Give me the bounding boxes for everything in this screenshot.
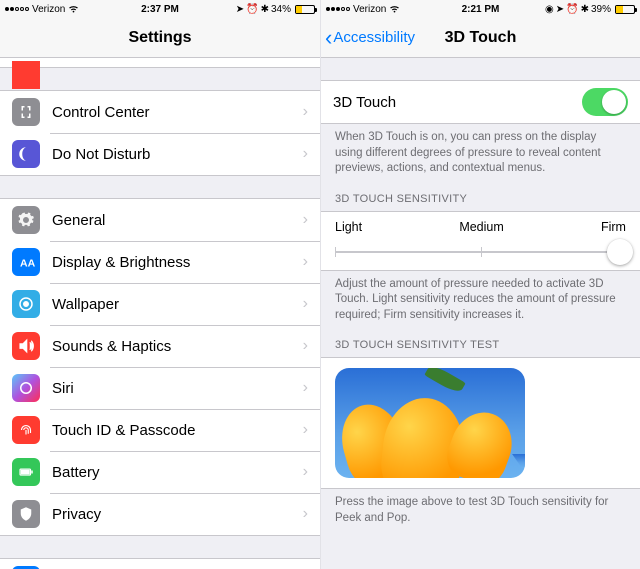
settings-row[interactable]: Do Not Disturb›: [0, 133, 320, 175]
chevron-right-icon: ›: [303, 211, 320, 229]
nav-bar: ‹ Accessibility 3D Touch: [321, 18, 640, 58]
battery-icon: [615, 5, 635, 14]
toggle-footer: When 3D Touch is on, you can press on th…: [321, 124, 640, 185]
touch-id-icon: [12, 416, 40, 444]
battery-icon: [295, 5, 315, 14]
chevron-left-icon: ‹: [325, 27, 332, 49]
settings-row[interactable]: iTunes & App Store›: [0, 559, 320, 569]
sensitivity-slider-row: Light Medium Firm: [321, 212, 640, 270]
sensitivity-header: 3D TOUCH SENSITIVITY: [321, 185, 640, 211]
privacy-icon: [12, 500, 40, 528]
settings-screen: Verizon 2:37 PM ➤ ⏰ ✱ 34% Settings Contr…: [0, 0, 320, 569]
settings-row[interactable]: Privacy›: [0, 493, 320, 535]
sensitivity-footer: Adjust the amount of pressure needed to …: [321, 271, 640, 332]
settings-row[interactable]: Touch ID & Passcode›: [0, 409, 320, 451]
row-label: General: [52, 212, 303, 229]
chevron-right-icon: ›: [303, 295, 320, 313]
slider-label-medium: Medium: [459, 220, 503, 234]
settings-row[interactable]: Sounds & Haptics›: [0, 325, 320, 367]
partial-row: [0, 58, 320, 68]
row-label: Battery: [52, 464, 303, 481]
row-label: Display & Brightness: [52, 254, 303, 271]
general-icon: [12, 206, 40, 234]
chevron-right-icon: ›: [303, 421, 320, 439]
row-label: Wallpaper: [52, 296, 303, 313]
3d-touch-toggle-row[interactable]: 3D Touch: [321, 81, 640, 123]
back-label: Accessibility: [333, 29, 415, 46]
settings-row[interactable]: Control Center›: [0, 91, 320, 133]
slider-label-firm: Firm: [601, 220, 626, 234]
wallpaper-icon: [12, 290, 40, 318]
chevron-right-icon: ›: [303, 463, 320, 481]
settings-row[interactable]: Wallpaper›: [0, 283, 320, 325]
do-not-disturb-icon: [12, 140, 40, 168]
chevron-right-icon: ›: [303, 379, 320, 397]
row-label: Sounds & Haptics: [52, 338, 303, 355]
clock-label: 2:21 PM: [321, 4, 640, 15]
display-icon: AA: [12, 248, 40, 276]
sensitivity-test-row: [321, 358, 640, 488]
clock-label: 2:37 PM: [0, 4, 320, 15]
settings-row[interactable]: AA Display & Brightness›: [0, 241, 320, 283]
chevron-right-icon: ›: [303, 505, 320, 523]
control-center-icon: [12, 98, 40, 126]
sounds-icon: [12, 332, 40, 360]
row-label: Touch ID & Passcode: [52, 422, 303, 439]
row-label: Siri: [52, 380, 303, 397]
chevron-right-icon: ›: [303, 145, 320, 163]
row-label: Control Center: [52, 104, 303, 121]
row-label: Do Not Disturb: [52, 146, 303, 163]
status-bar: Verizon 2:21 PM ◉ ➤ ⏰ ✱ 39%: [321, 0, 640, 18]
settings-list[interactable]: Control Center›Do Not Disturb›General›AA…: [0, 58, 320, 569]
chevron-right-icon: ›: [303, 103, 320, 121]
status-bar: Verizon 2:37 PM ➤ ⏰ ✱ 34%: [0, 0, 320, 18]
chevron-right-icon: ›: [303, 337, 320, 355]
svg-text:AA: AA: [20, 258, 35, 270]
settings-row[interactable]: Siri›: [0, 367, 320, 409]
test-image[interactable]: [335, 368, 525, 478]
3d-touch-toggle[interactable]: [582, 88, 628, 116]
battery-icon: [12, 458, 40, 486]
3d-touch-content[interactable]: 3D Touch When 3D Touch is on, you can pr…: [321, 58, 640, 569]
back-button[interactable]: ‹ Accessibility: [321, 27, 415, 49]
siri-icon: [12, 374, 40, 402]
toggle-label: 3D Touch: [333, 94, 582, 111]
chevron-right-icon: ›: [303, 253, 320, 271]
nav-bar: Settings: [0, 18, 320, 58]
row-label: Privacy: [52, 506, 303, 523]
sensitivity-slider[interactable]: [335, 244, 626, 260]
page-title: Settings: [0, 29, 320, 47]
slider-thumb[interactable]: [607, 239, 633, 265]
3d-touch-screen: Verizon 2:21 PM ◉ ➤ ⏰ ✱ 39% ‹ Accessibil…: [320, 0, 640, 569]
settings-row[interactable]: General›: [0, 199, 320, 241]
notifications-icon: [12, 61, 40, 89]
settings-row[interactable]: Battery›: [0, 451, 320, 493]
test-header: 3D TOUCH SENSITIVITY TEST: [321, 331, 640, 357]
test-footer: Press the image above to test 3D Touch s…: [321, 489, 640, 534]
slider-label-light: Light: [335, 220, 362, 234]
